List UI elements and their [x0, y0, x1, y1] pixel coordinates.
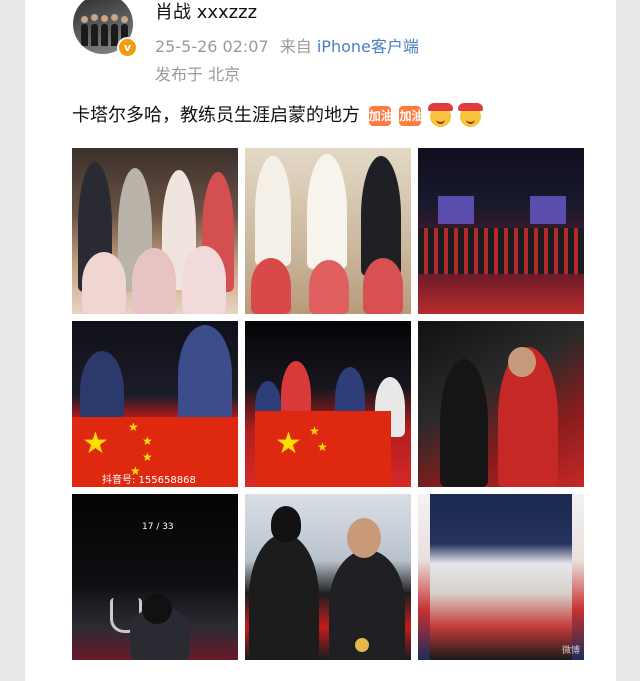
cheer-face-emoji-icon: [428, 102, 454, 127]
post-text-content: 卡塔尔多哈，教练员生涯启蒙的地方: [72, 105, 360, 126]
douyin-id-watermark: 抖音号: 155658868: [102, 475, 196, 486]
jiayou-emoji-icon: 加油: [399, 106, 423, 126]
photo-9-collage[interactable]: 微博: [418, 494, 584, 660]
post-location: 发布于 北京: [155, 65, 241, 84]
verified-badge-icon: v: [117, 37, 138, 58]
source-link[interactable]: iPhone客户端: [317, 37, 419, 56]
jiayou-emoji-icon: 加油: [368, 106, 393, 126]
photo-4-flag-celebration[interactable]: ★ ★ ★ ★ ★ 抖音号: 155658868: [72, 321, 238, 487]
image-counter: 17 / 33: [142, 522, 174, 532]
weibo-watermark: 微博: [561, 646, 580, 656]
post-text: 卡塔尔多哈，教练员生涯启蒙的地方 加油 加油: [72, 101, 483, 127]
post-meta: 25-5-26 02:07 来自 iPhone客户端: [155, 33, 419, 57]
gold-medal-icon: [355, 638, 369, 652]
weibo-post-card: v 肖战 xxxzzz 25-5-26 02:07 来自 iPhone客户端 发…: [25, 0, 616, 681]
username[interactable]: 肖战 xxxzzz: [155, 0, 257, 24]
photo-3-doha-arena-team[interactable]: [418, 148, 584, 314]
photo-2-vintage-ceremony[interactable]: [245, 148, 411, 314]
photo-1-vintage-team[interactable]: [72, 148, 238, 314]
photo-8-player-with-coach[interactable]: [245, 494, 411, 660]
source-prefix: 来自: [279, 37, 312, 56]
post-datetime: 25-5-26 02:07: [155, 37, 269, 56]
photo-5-team-flag-arms-up[interactable]: ★ ★ ★: [245, 321, 411, 487]
cheer-face-emoji-icon: [457, 102, 483, 127]
photo-6-embrace[interactable]: [418, 321, 584, 487]
photo-7-trophy-lift[interactable]: 17 / 33: [72, 494, 238, 660]
